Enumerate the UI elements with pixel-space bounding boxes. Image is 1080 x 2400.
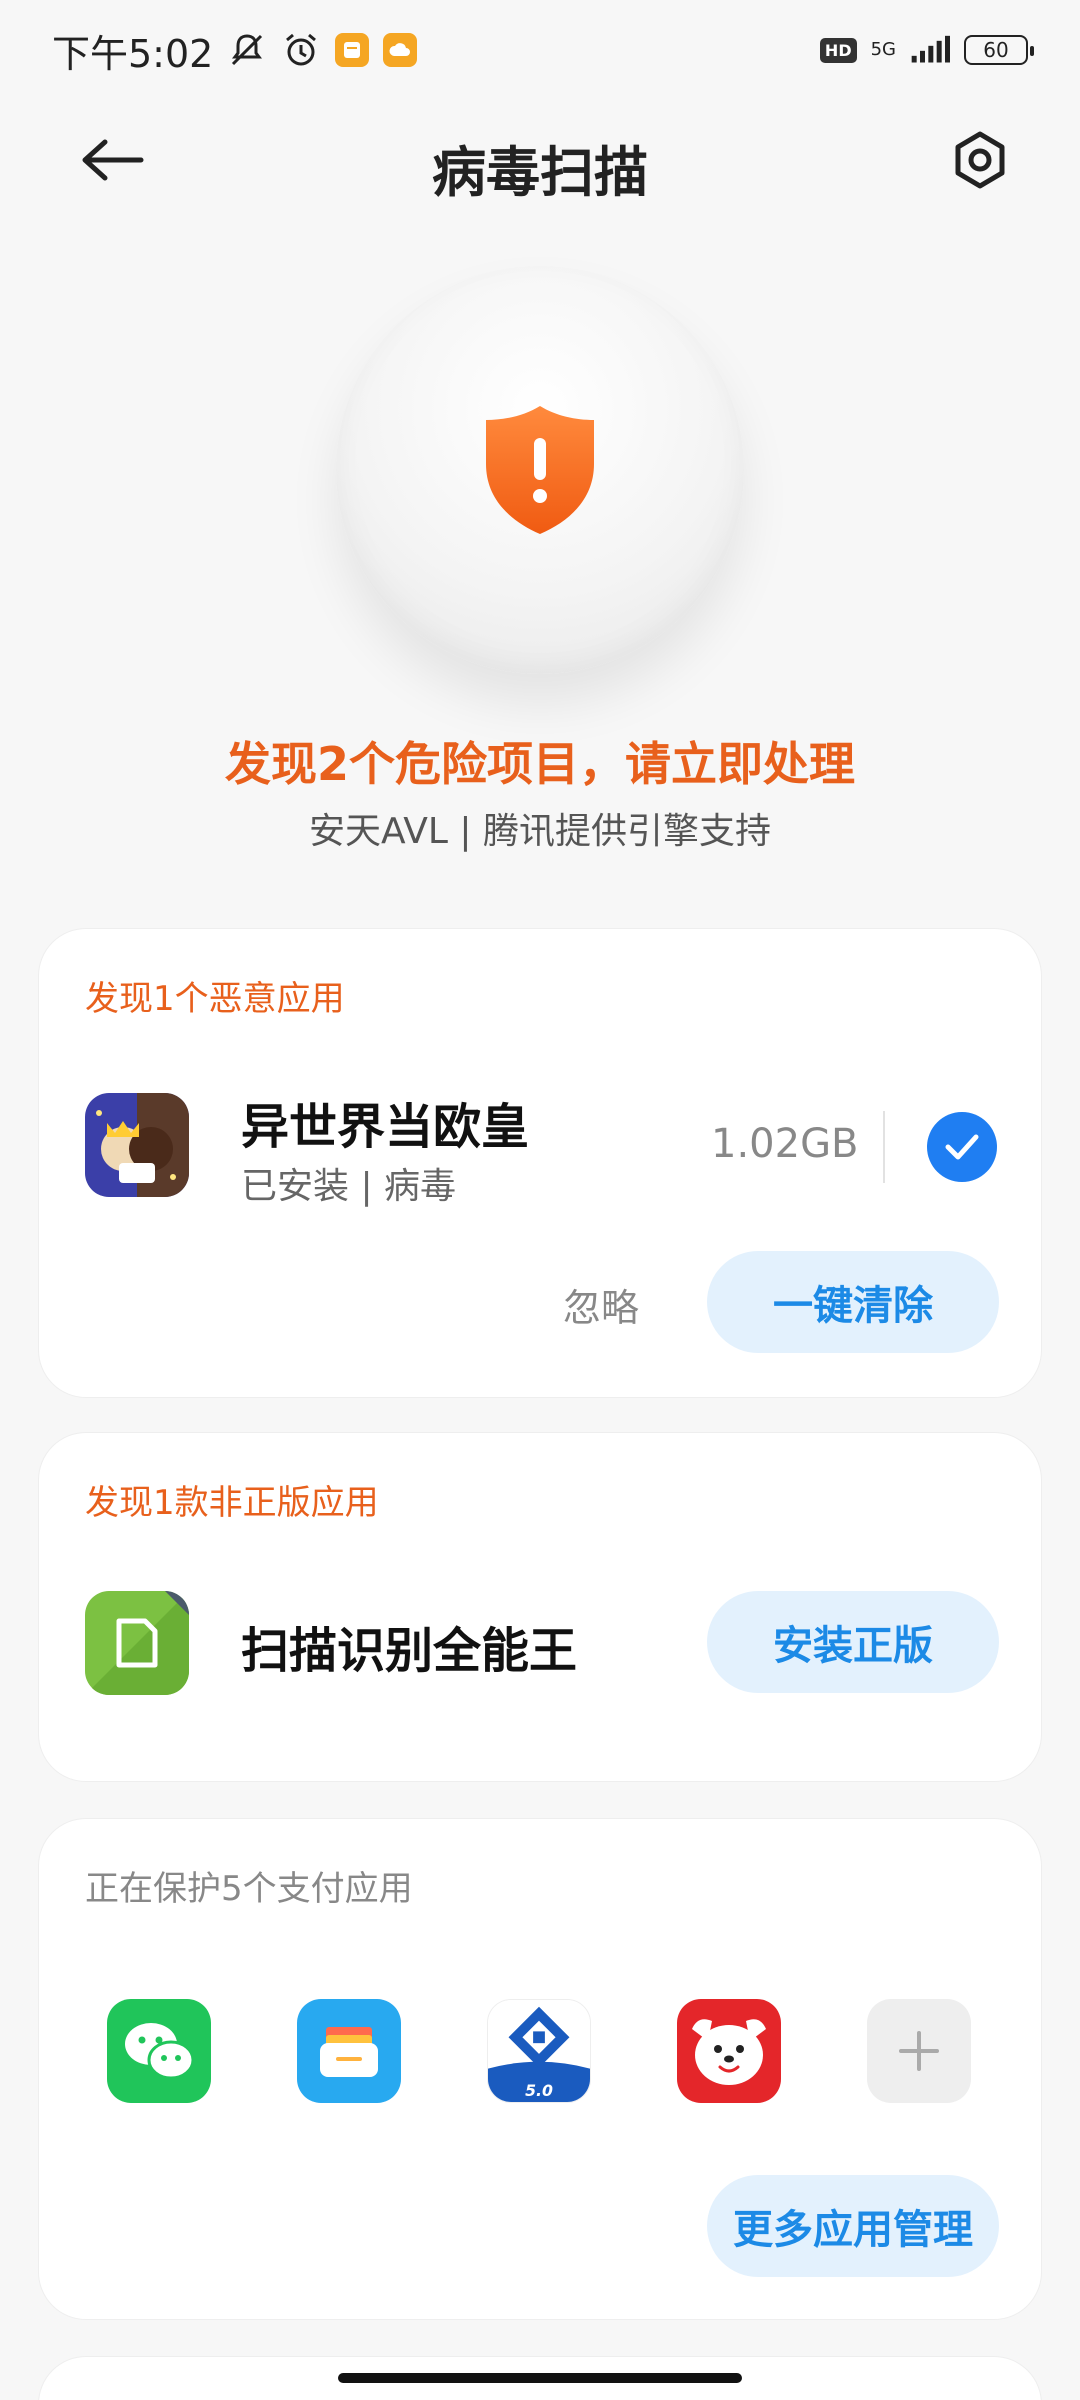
install-genuine-button[interactable]: 安装正版 (707, 1591, 999, 1693)
mute-icon (227, 30, 267, 70)
jd-icon[interactable] (677, 1999, 781, 2103)
ignore-button[interactable]: 忽略 (563, 1277, 639, 1332)
game-app-icon (85, 1093, 189, 1197)
cloud-notification-icon (383, 33, 418, 67)
vertical-divider (883, 1111, 885, 1183)
wallet-icon[interactable] (297, 1999, 401, 2103)
network-label: 5G (870, 39, 896, 60)
home-indicator[interactable] (338, 2373, 742, 2383)
checkmark-icon (945, 1134, 979, 1160)
settings-button[interactable] (948, 128, 1012, 192)
scanner-app-icon (85, 1591, 189, 1695)
malicious-app-card: 发现1个恶意应用 异世界当欧皇 已安装 | 病毒 1.02GB 忽略 一键清除 (38, 928, 1042, 1398)
scan-status-orb (336, 266, 744, 674)
pirated-app-card: 发现1款非正版应用 扫描识别全能王 安装正版 (38, 1432, 1042, 1782)
status-time: 下午5:02 (52, 31, 214, 76)
more-app-management-button[interactable]: 更多应用管理 (707, 2175, 999, 2277)
shield-warning-icon (486, 406, 594, 534)
add-icon[interactable] (867, 1999, 971, 2103)
payment-protection-card: 正在保护5个支付应用 5.0 更多应用管理 (38, 1818, 1042, 2320)
battery-indicator: 60 (964, 35, 1034, 65)
status-bar: 下午5:02 HD 5G 60 (0, 0, 1080, 100)
card-title: 发现1个恶意应用 (85, 979, 345, 1019)
malicious-app-name: 异世界当欧皇 (241, 1099, 530, 1155)
page-title: 病毒扫描 (432, 141, 648, 204)
pirated-app-name: 扫描识别全能王 (241, 1623, 578, 1679)
one-click-clean-button[interactable]: 一键清除 (707, 1251, 999, 1353)
malicious-app-status: 已安装 | 病毒 (241, 1166, 457, 1207)
status-bar-right: HD 5G 60 (819, 30, 1034, 70)
gear-icon (955, 131, 1005, 189)
app-size: 1.02GB (711, 1121, 859, 1167)
select-checkbox[interactable] (927, 1112, 997, 1182)
hd-badge: HD (819, 37, 857, 63)
status-bar-left: 下午5:02 (52, 23, 418, 78)
engine-credit: 安天AVL | 腾讯提供引擎支持 (308, 811, 772, 852)
signal-icon (910, 30, 950, 70)
notes-notification-icon (335, 33, 370, 67)
card-title: 正在保护5个支付应用 (85, 1869, 413, 1909)
ccb-bank-icon[interactable]: 5.0 (487, 1999, 591, 2103)
card-title: 发现1款非正版应用 (85, 1483, 379, 1523)
wechat-icon[interactable] (107, 1999, 211, 2103)
threat-summary: 发现2个危险项目，请立即处理 (224, 737, 855, 791)
bank-version-label: 5.0 (525, 2081, 553, 2100)
alarm-icon (281, 30, 321, 70)
app-header: 病毒扫描 (0, 110, 1080, 210)
